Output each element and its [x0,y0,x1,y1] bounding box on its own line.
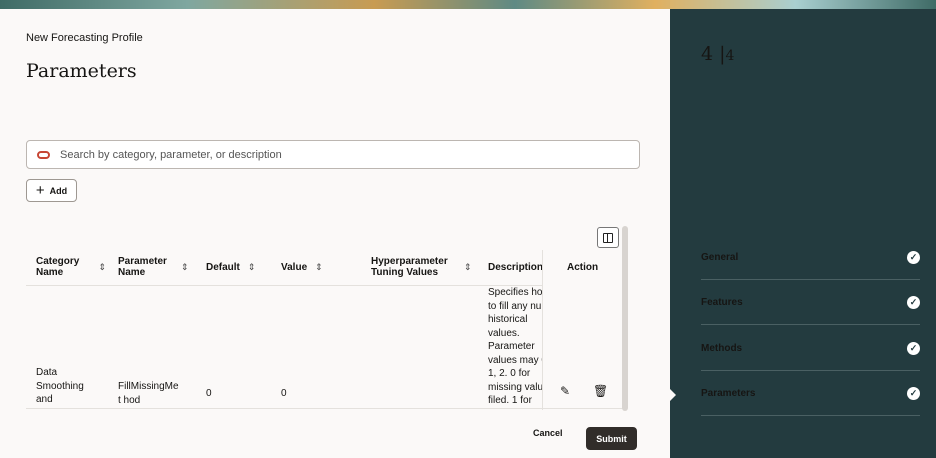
page-title: Parameters [26,60,137,82]
cell-value: 0 [281,388,287,399]
header-label: Value [281,261,308,273]
cell-default: 0 [206,388,212,399]
cell-description: Specifies ho to fill any nu historical v… [488,287,550,406]
header-description[interactable]: Description [488,247,542,287]
cell-parameter: FillMissingMet hod [118,381,179,406]
current-step: 4 [701,43,714,65]
nav-label: Methods [701,342,743,354]
nav-item-parameters[interactable]: Parameters ✓ [701,371,920,416]
page-subtitle: New Forecasting Profile [26,32,143,44]
table-scrollbar[interactable] [622,226,628,411]
search-icon [37,150,50,159]
header-banner [0,0,936,9]
check-icon: ✓ [907,386,920,400]
nav-item-general[interactable]: General ✓ [701,235,920,280]
cell-category: Data Smoothing and [36,367,84,405]
cancel-button[interactable]: Cancel [533,428,563,438]
add-label: Add [49,185,68,196]
plus-icon: + [35,182,45,199]
action-column: Action ✎ 🗑 [542,250,622,410]
header-label: Default [206,261,240,273]
row-divider [26,408,626,409]
header-category[interactable]: Category Name ⇕ [36,247,106,287]
current-step-pointer [670,389,676,401]
step-indicator: 4 |4 [701,43,735,65]
edit-icon[interactable]: ✎ [560,384,570,398]
total-steps: 4 [725,48,735,64]
check-icon: ✓ [907,250,920,264]
sort-icon: ⇕ [247,261,256,272]
add-button[interactable]: + Add [26,179,77,202]
delete-icon[interactable]: 🗑 [593,384,608,398]
search-placeholder: Search by category, parameter, or descri… [60,148,282,161]
nav-item-methods[interactable]: Methods ✓ [701,326,920,371]
header-default[interactable]: Default ⇕ [206,247,255,287]
header-label: Parameter Name [118,256,167,278]
sort-icon: ⇕ [464,261,472,272]
header-label: Category Name [36,256,80,278]
header-label: Description [488,261,542,273]
header-value[interactable]: Value ⇕ [281,247,323,287]
sort-icon: ⇕ [315,261,323,272]
sort-icon: ⇕ [181,261,189,272]
nav-item-features[interactable]: Features ✓ [701,280,920,325]
check-icon: ✓ [907,341,920,355]
check-icon: ✓ [907,295,920,309]
nav-label: Parameters [701,387,756,399]
nav-label: Features [701,296,743,308]
submit-button[interactable]: Submit [586,427,637,450]
header-action: Action [567,262,599,273]
columns-icon [603,232,613,243]
columns-button[interactable] [597,227,619,248]
nav-label: General [701,251,739,263]
sort-icon: ⇕ [98,261,106,272]
header-label: Hyperparameter Tuning Values [371,256,448,278]
header-parameter[interactable]: Parameter Name ⇕ [118,247,189,287]
search-input[interactable]: Search by category, parameter, or descri… [26,140,640,169]
header-tuning[interactable]: Hyperparameter Tuning Values ⇕ [371,247,472,287]
